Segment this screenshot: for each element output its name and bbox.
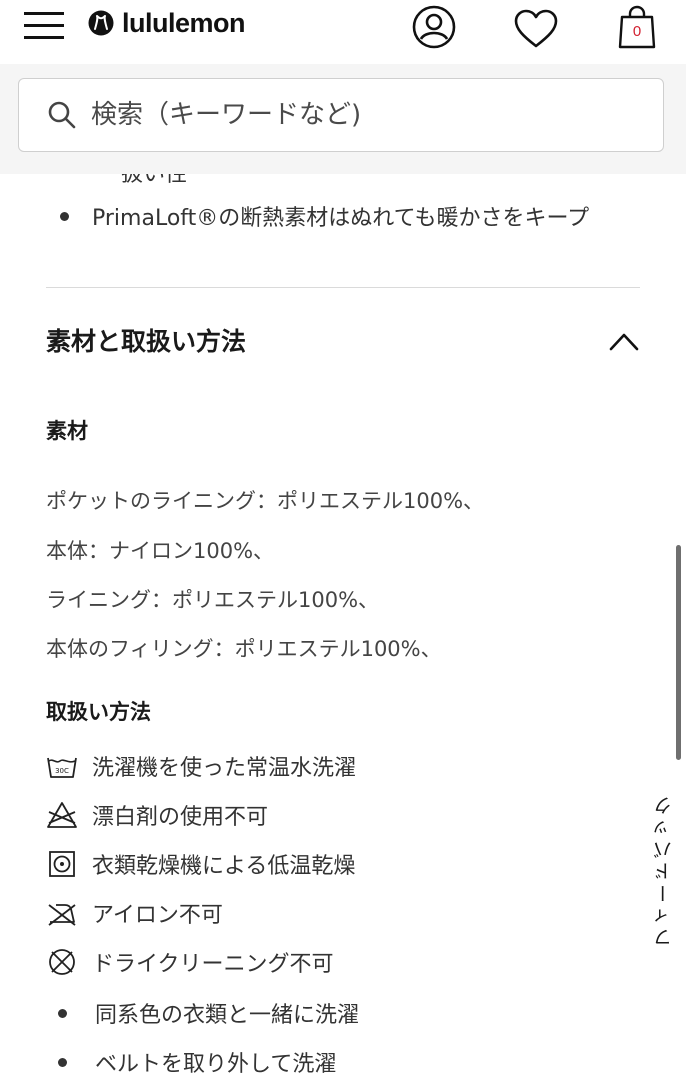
lululemon-logo-icon: [88, 10, 114, 36]
no-iron-icon: [48, 904, 76, 926]
care-item: アイロン不可: [46, 897, 223, 929]
feedback-label: フィードバック: [652, 793, 675, 947]
material-line: ポケットのライニング：ポリエステル100%、: [46, 489, 485, 513]
search-box[interactable]: [18, 78, 664, 152]
bullet-dot: [58, 1057, 67, 1067]
bullet-dot: [60, 211, 69, 221]
svg-text:30C: 30C: [55, 767, 69, 775]
brand-logo[interactable]: lululemon: [88, 6, 246, 40]
site-header: lululemon 0: [0, 0, 686, 64]
care-bullet-text: 同系色の衣類と一緒に洗濯: [95, 1003, 360, 1028]
care-heading: 取扱い方法: [46, 700, 151, 724]
care-item: 30C 洗濯機を使った常温水洗濯: [46, 750, 356, 782]
care-item: ドライクリーニング不可: [46, 946, 334, 978]
material-line: ライニング：ポリエステル100%、: [46, 588, 380, 612]
care-label: ドライクリーニング不可: [92, 952, 334, 977]
chevron-up-icon[interactable]: [608, 329, 640, 353]
search-bar-area: [0, 64, 686, 174]
account-icon[interactable]: [411, 4, 457, 50]
care-label: アイロン不可: [92, 903, 223, 928]
care-item: 漂白剤の使用不可: [46, 799, 268, 831]
product-details: ー 扱い性 PrimaLoft®の断熱素材はぬれても暖かさをキープ 素材と取扱い…: [0, 174, 686, 1080]
no-dry-clean-icon: [49, 949, 75, 975]
materials-heading: 素材: [46, 419, 88, 443]
search-icon: [48, 101, 76, 129]
cut-off-feature-text: ー 扱い性: [92, 174, 187, 187]
bullet-dot: [58, 1008, 67, 1018]
scrollbar-thumb[interactable]: [676, 545, 681, 760]
care-item: 衣類乾燥機による低温乾燥: [46, 848, 355, 880]
care-label: 衣類乾燥機による低温乾燥: [92, 854, 356, 879]
tumble-dry-low-icon: [49, 851, 75, 877]
shopping-bag-button[interactable]: 0: [617, 4, 657, 50]
search-input[interactable]: [91, 100, 611, 130]
wash-30c-icon: 30C: [47, 757, 77, 778]
feature-bullet: PrimaLoft®の断熱素材はぬれても暖かさをキープ: [60, 200, 589, 232]
care-bullet: ベルトを取り外して洗濯: [58, 1046, 336, 1078]
heart-icon[interactable]: [513, 8, 559, 50]
no-bleach-icon: [47, 802, 77, 828]
care-bullet: 同系色の衣類と一緒に洗濯: [58, 997, 359, 1029]
feature-text: PrimaLoft®の断熱素材はぬれても暖かさをキープ: [92, 206, 590, 231]
care-label: 漂白剤の使用不可: [92, 805, 269, 830]
bag-count-badge: 0: [632, 23, 642, 40]
hamburger-menu-icon[interactable]: [24, 10, 66, 40]
material-line: 本体：ナイロン100%、: [46, 539, 275, 563]
material-line: 本体のフィリング：ポリエステル100%、: [46, 637, 442, 661]
care-bullet-text: ベルトを取り外して洗濯: [95, 1052, 337, 1077]
brand-name: lululemon: [122, 7, 246, 38]
feedback-tab[interactable]: フィードバック: [640, 765, 686, 975]
materials-care-title[interactable]: 素材と取扱い方法: [46, 322, 246, 358]
section-divider: [46, 287, 640, 288]
care-label: 洗濯機を使った常温水洗濯: [92, 756, 357, 781]
